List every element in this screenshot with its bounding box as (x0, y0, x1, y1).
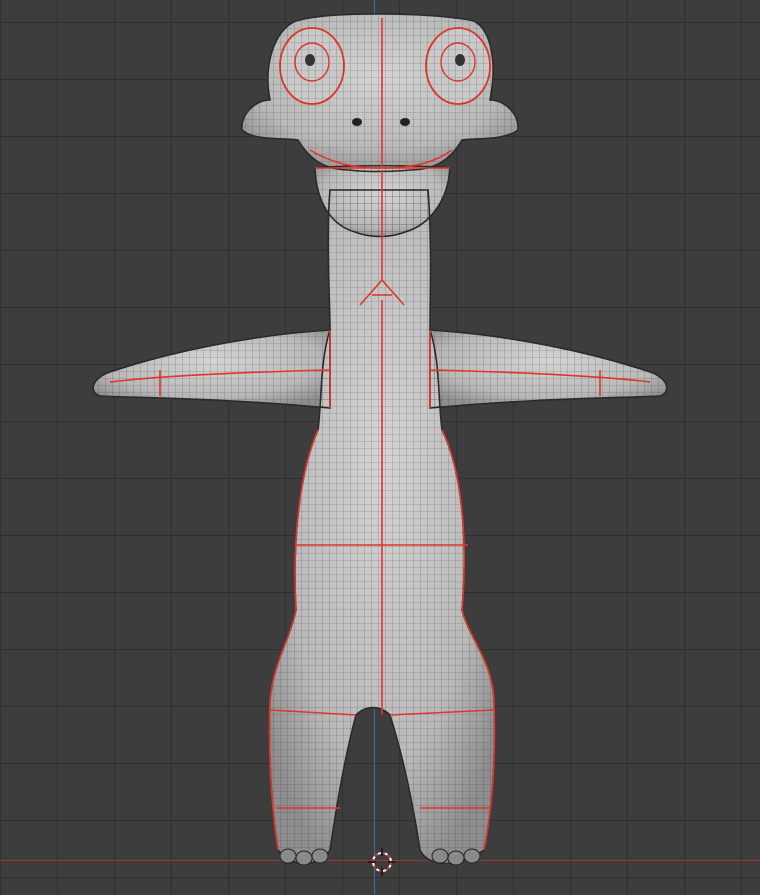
wireframe-overlay (93, 14, 667, 864)
eye-right (425, 27, 491, 105)
left-foot-toes (279, 848, 329, 866)
right-foot-toes (431, 848, 481, 866)
3d-cursor-icon[interactable] (368, 848, 396, 876)
nostril-left (352, 118, 362, 126)
character-mesh[interactable] (0, 0, 760, 895)
eye-left (279, 27, 345, 105)
nostril-right (400, 118, 410, 126)
3d-viewport[interactable] (0, 0, 760, 895)
